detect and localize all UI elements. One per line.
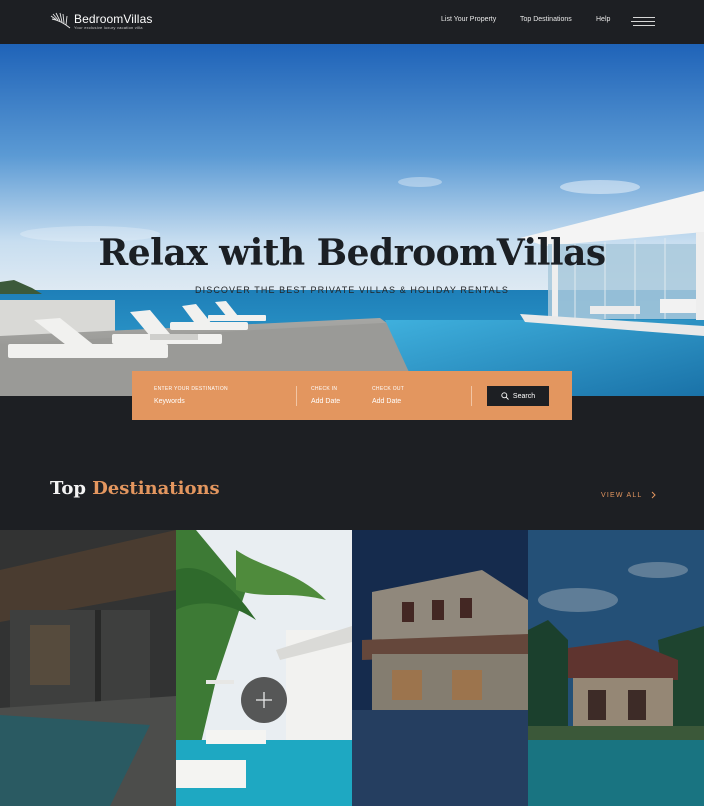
destination-cards: [0, 530, 704, 806]
search-button-label: Search: [512, 392, 536, 400]
hero-title: Relax with BedroomVillas: [98, 232, 606, 274]
destination-card[interactable]: [528, 530, 704, 806]
hero-banner: Relax with BedroomVillas DISCOVER THE BE…: [0, 44, 704, 396]
view-all-label: VIEW ALL: [601, 491, 643, 499]
plus-icon: [256, 692, 272, 708]
checkout-field[interactable]: Add Date: [372, 398, 401, 405]
nav-help[interactable]: Help: [596, 16, 610, 23]
section-title-part1: Top: [50, 478, 93, 499]
estate-image: [528, 530, 704, 806]
brand-tagline: Your exclusive luxury vacation villa: [74, 24, 143, 30]
divider: [296, 386, 297, 406]
site-header: BedroomVillas Your exclusive luxury vaca…: [0, 0, 704, 44]
nav-list-property[interactable]: List Your Property: [441, 16, 496, 23]
destination-label: ENTER YOUR DESTINATION: [154, 386, 228, 392]
resort-image: [176, 530, 352, 806]
brand-name: BedroomVillas: [74, 11, 153, 26]
hero-subtitle: DISCOVER THE BEST PRIVATE VILLAS & HOLID…: [195, 285, 509, 295]
search-button[interactable]: Search: [487, 386, 549, 406]
divider: [471, 386, 472, 406]
checkin-field[interactable]: Add Date: [311, 398, 340, 405]
nav-top-destinations[interactable]: Top Destinations: [520, 16, 572, 23]
destination-input[interactable]: Keywords: [154, 398, 185, 405]
palm-leaf-icon: [50, 12, 71, 29]
destination-card[interactable]: [0, 530, 176, 806]
destination-card[interactable]: [352, 530, 528, 806]
section-title-accent: Destinations: [92, 478, 220, 499]
villa-image: [0, 530, 176, 806]
checkout-label: CHECK OUT: [372, 386, 405, 392]
logo[interactable]: BedroomVillas Your exclusive luxury vaca…: [50, 11, 152, 31]
hamburger-menu-icon[interactable]: [631, 16, 655, 28]
view-all-link[interactable]: VIEW ALL: [601, 491, 656, 499]
add-button[interactable]: [241, 677, 287, 723]
mansion-image: [352, 530, 528, 806]
search-icon: [501, 392, 509, 400]
checkin-label: CHECK IN: [311, 386, 338, 392]
destination-card[interactable]: [176, 530, 352, 806]
search-bar: ENTER YOUR DESTINATION Keywords CHECK IN…: [132, 371, 572, 420]
chevron-right-icon: [651, 491, 656, 499]
hero-image: [0, 44, 704, 396]
section-title: Top Destinations: [50, 478, 220, 499]
